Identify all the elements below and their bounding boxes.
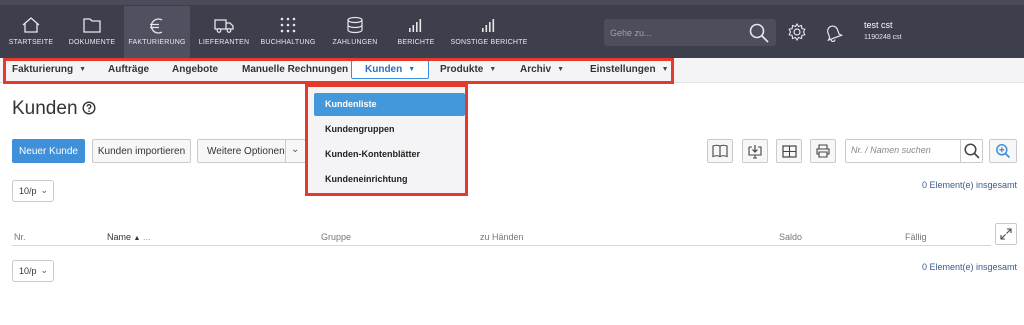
column-header-nr[interactable]: Nr. <box>14 232 26 242</box>
menu-item-kunden-kontenblaetter[interactable]: Kunden-Kontenblätter <box>314 143 465 166</box>
customer-search-input[interactable] <box>851 145 959 155</box>
nav-item-lieferanten[interactable]: LIEFERANTEN <box>196 6 252 58</box>
nav-item-fakturierung[interactable]: FAKTURIERUNG <box>124 6 190 58</box>
nav-label: DOKUMENTE <box>68 39 116 46</box>
menu-item-kundengruppen[interactable]: Kundengruppen <box>314 118 465 141</box>
expand-icon <box>1000 228 1012 240</box>
nav-label: FAKTURIERUNG <box>128 39 186 46</box>
nav-label: ZAHLUNGEN <box>332 39 378 46</box>
customer-search-box <box>845 139 983 163</box>
column-header-zu-haenden[interactable]: zu Händen <box>480 232 524 242</box>
gear-icon[interactable] <box>787 22 807 42</box>
import-customers-button[interactable]: Kunden importieren <box>92 139 191 163</box>
truck-icon <box>214 19 234 33</box>
more-options-dropdown[interactable]: Weitere Optionen ⌄ <box>197 139 307 163</box>
search-icon[interactable] <box>748 22 770 44</box>
grid-dots-icon <box>280 17 296 33</box>
new-customer-button[interactable]: Neuer Kunde <box>12 139 85 163</box>
export-button[interactable] <box>742 139 768 163</box>
divider <box>960 140 961 162</box>
nav-label: BUCHHALTUNG <box>260 39 316 46</box>
more-options-label: Weitere Optionen <box>207 145 285 157</box>
table-grid-icon <box>781 144 797 158</box>
goto-search-input[interactable] <box>610 24 740 41</box>
advanced-search-button[interactable] <box>989 139 1017 163</box>
euro-icon <box>150 18 163 34</box>
chevron-down-icon: ⌄ <box>40 185 48 195</box>
chevron-down-icon: ⌄ <box>291 144 300 155</box>
help-icon[interactable] <box>82 101 96 115</box>
column-header-name[interactable]: Name ▲ ... <box>107 232 151 242</box>
per-page-value: 10/p <box>19 186 37 196</box>
columns-button[interactable] <box>776 139 802 163</box>
per-page-select-bottom[interactable]: 10/p ⌄ <box>12 260 54 282</box>
total-count: 0 Element(e) insgesamt <box>921 180 1017 190</box>
printer-icon <box>816 144 830 158</box>
nav-label: BERICHTE <box>397 39 435 46</box>
user-id: 1190248 cst <box>864 34 902 41</box>
chevron-down-icon: ⌄ <box>40 265 48 275</box>
search-icon[interactable] <box>963 142 981 160</box>
nav-item-startseite[interactable]: STARTSEITE <box>6 6 56 58</box>
nav-label: STARTSEITE <box>8 39 54 46</box>
column-header-saldo[interactable]: Saldo <box>779 232 802 242</box>
folder-icon <box>83 18 101 33</box>
bell-icon[interactable] <box>823 22 843 42</box>
book-icon <box>712 144 728 158</box>
top-strip <box>0 0 1024 5</box>
menu-item-kundeneinrichtung[interactable]: Kundeneinrichtung <box>314 168 465 191</box>
column-header-name-label: Name <box>107 232 132 242</box>
home-icon <box>22 17 40 33</box>
page-title: Kunden <box>12 98 78 119</box>
bar-chart-icon <box>409 19 422 32</box>
submenu-highlight-frame <box>3 58 674 84</box>
coins-icon <box>347 16 363 34</box>
column-header-faellig[interactable]: Fällig <box>905 232 927 242</box>
expand-table-button[interactable] <box>995 223 1017 245</box>
nav-label: SONSTIGE BERICHTE <box>450 39 528 46</box>
column-header-more: ... <box>142 232 151 242</box>
print-button[interactable] <box>810 139 836 163</box>
book-button[interactable] <box>707 139 733 163</box>
nav-label: LIEFERANTEN <box>198 39 250 46</box>
goto-search-box <box>604 19 776 46</box>
total-count-bottom: 0 Element(e) insgesamt <box>921 262 1017 272</box>
user-name: test cst <box>864 20 893 30</box>
nav-item-buchhaltung[interactable]: BUCHHALTUNG <box>258 6 318 58</box>
user-info[interactable]: test cst 1190248 cst <box>864 20 902 41</box>
per-page-value: 10/p <box>19 266 37 276</box>
download-monitor-icon <box>748 144 762 159</box>
menu-item-kundenliste[interactable]: Kundenliste <box>314 93 465 116</box>
sort-asc-icon: ▲ <box>133 235 141 242</box>
column-header-gruppe[interactable]: Gruppe <box>321 232 351 242</box>
bar-chart-icon <box>482 19 495 32</box>
per-page-select[interactable]: 10/p ⌄ <box>12 180 54 202</box>
table-header-divider <box>12 245 991 246</box>
nav-item-sonstige-berichte[interactable]: SONSTIGE BERICHTE <box>448 6 530 58</box>
divider <box>285 140 286 162</box>
zoom-in-icon <box>996 144 1011 159</box>
kunden-dropdown-menu: Kundenliste Kundengruppen Kunden-Kontenb… <box>305 84 468 196</box>
page: STARTSEITE DOKUMENTE FAKTURIERUNG LIEFER… <box>0 0 1024 325</box>
nav-item-zahlungen[interactable]: ZAHLUNGEN <box>326 6 384 58</box>
nav-item-dokumente[interactable]: DOKUMENTE <box>64 6 120 58</box>
top-navigation-bar: STARTSEITE DOKUMENTE FAKTURIERUNG LIEFER… <box>0 0 1024 58</box>
nav-item-berichte[interactable]: BERICHTE <box>392 6 440 58</box>
